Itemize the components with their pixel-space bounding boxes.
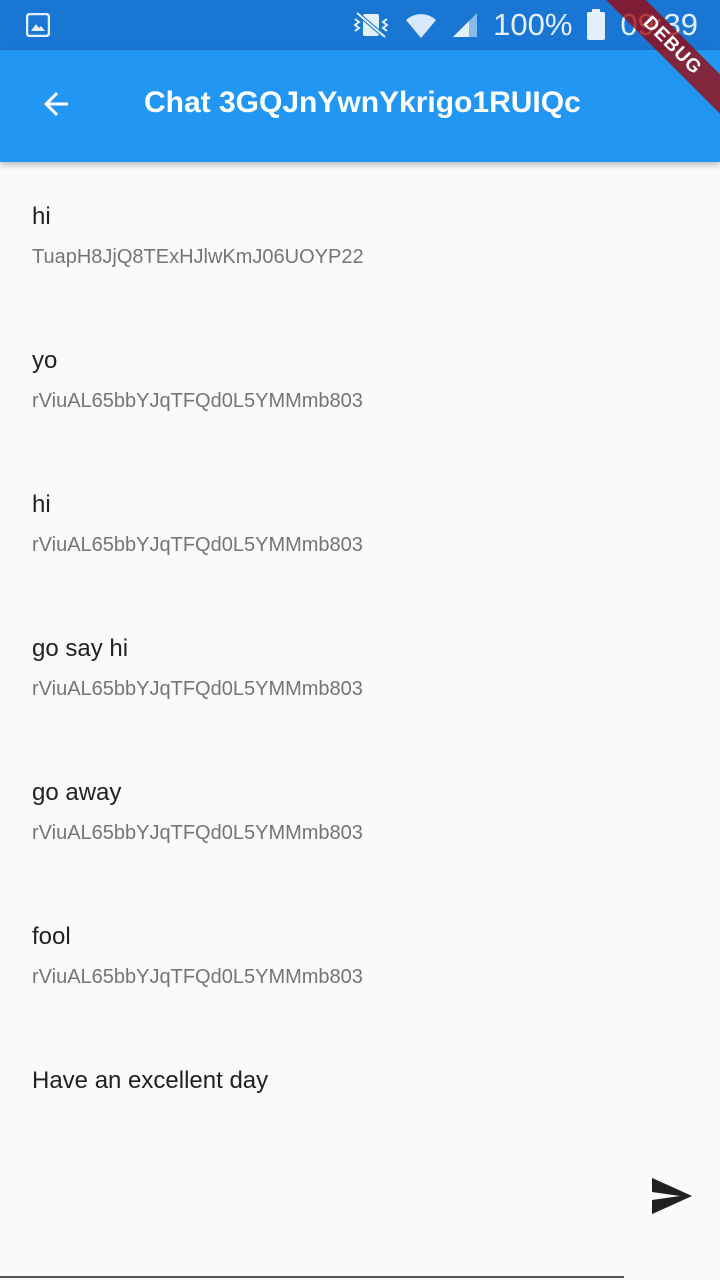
arrow-back-icon <box>38 86 74 127</box>
message-sender: rViuAL65bbYJqTFQd0L5YMMmb803 <box>32 966 363 988</box>
back-button[interactable] <box>26 78 86 134</box>
message-item: go away rViuAL65bbYJqTFQd0L5YMMmb803 <box>0 738 720 882</box>
message-input[interactable] <box>0 1140 624 1278</box>
battery-icon <box>586 9 606 41</box>
message-text: Have an excellent day <box>32 1067 269 1094</box>
message-text: hi <box>32 491 51 518</box>
message-text: yo <box>32 347 58 374</box>
message-item: hi TuapH8JjQ8TExHJlwKmJ06UOYP22 <box>0 162 720 306</box>
signal-icon <box>451 11 479 39</box>
message-text: go say hi <box>32 635 129 662</box>
message-text: hi <box>32 203 51 230</box>
app-bar: Chat 3GQJnYwnYkrigo1RUIQc <box>0 50 720 162</box>
message-composer <box>0 1140 720 1280</box>
wifi-icon <box>405 10 437 40</box>
message-text: fool <box>32 923 71 950</box>
send-icon <box>650 1176 694 1221</box>
message-list[interactable]: hi TuapH8JjQ8TExHJlwKmJ06UOYP22 yo rViuA… <box>0 162 720 1170</box>
vibrate-mute-icon <box>351 11 391 39</box>
send-button[interactable] <box>646 1172 698 1224</box>
message-item: fool rViuAL65bbYJqTFQd0L5YMMmb803 <box>0 882 720 1026</box>
battery-text: 100% <box>493 7 573 42</box>
message-item: yo rViuAL65bbYJqTFQd0L5YMMmb803 <box>0 306 720 450</box>
message-item: hi rViuAL65bbYJqTFQd0L5YMMmb803 <box>0 450 720 594</box>
clock: 09:39 <box>620 7 698 42</box>
status-bar: 100% 09:39 <box>0 0 720 50</box>
message-text: go away <box>32 779 122 806</box>
page-title: Chat 3GQJnYwnYkrigo1RUIQc <box>144 86 581 119</box>
message-sender: rViuAL65bbYJqTFQd0L5YMMmb803 <box>32 390 363 412</box>
message-sender: TuapH8JjQ8TExHJlwKmJ06UOYP22 <box>32 246 364 268</box>
message-sender: rViuAL65bbYJqTFQd0L5YMMmb803 <box>32 678 363 700</box>
message-item: go say hi rViuAL65bbYJqTFQd0L5YMMmb803 <box>0 594 720 738</box>
image-icon <box>25 12 51 42</box>
message-sender: rViuAL65bbYJqTFQd0L5YMMmb803 <box>32 534 363 556</box>
message-sender: rViuAL65bbYJqTFQd0L5YMMmb803 <box>32 822 363 844</box>
